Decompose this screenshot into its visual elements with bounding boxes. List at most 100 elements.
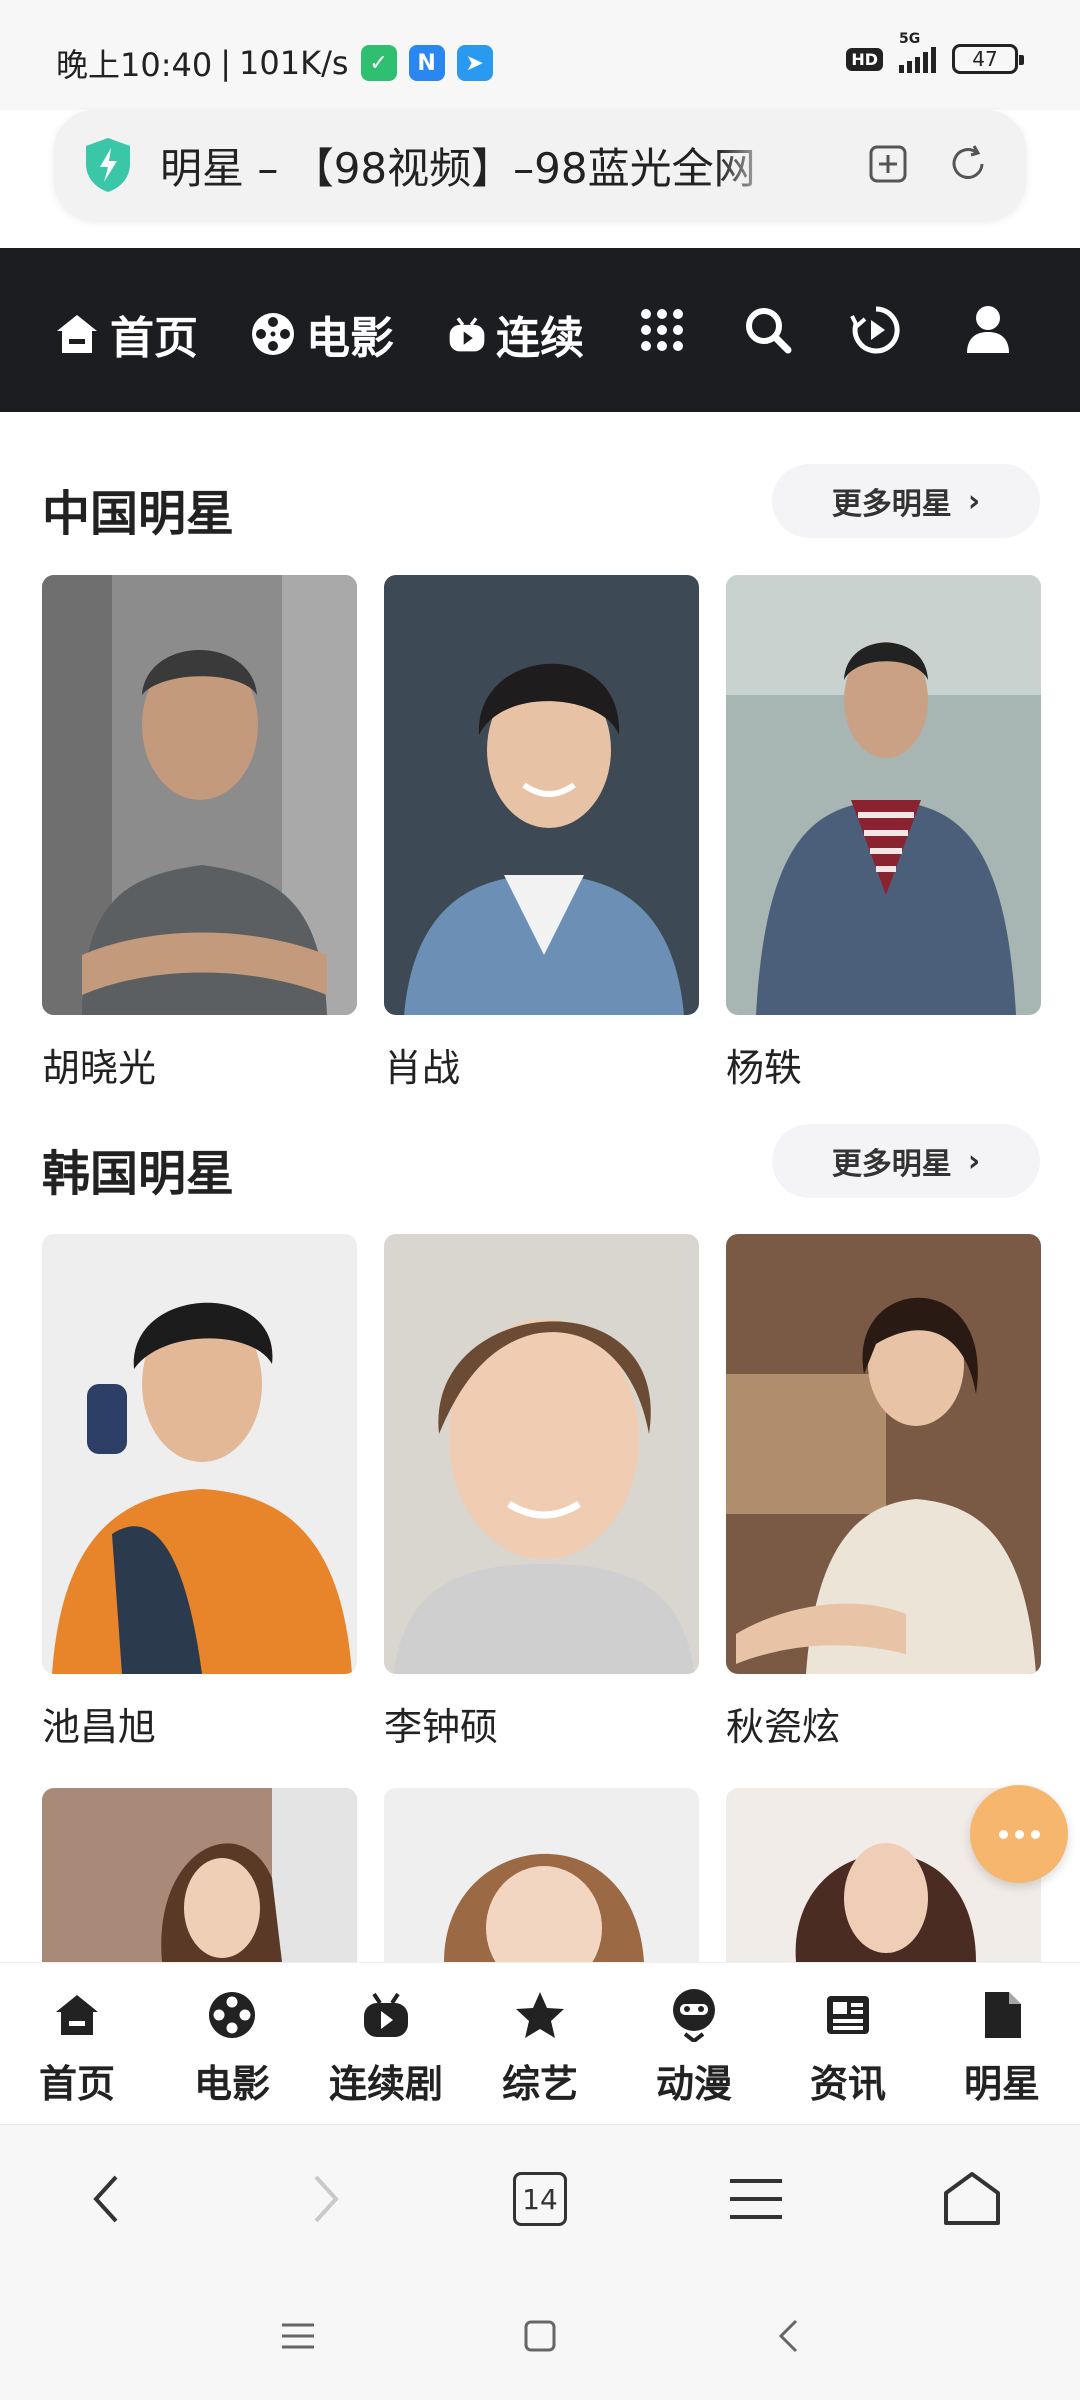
star-card[interactable]: 李钟硕 — [384, 1234, 699, 1751]
forward-icon[interactable] — [296, 2169, 356, 2229]
star-name[interactable]: 胡晓光 — [42, 1037, 357, 1092]
tab-movie-label: 电影 — [193, 2062, 270, 2106]
user-icon[interactable] — [958, 300, 1018, 360]
system-nav-bar — [0, 2272, 1080, 2400]
nav-home[interactable]: 首页 — [54, 302, 198, 366]
star-card[interactable]: 杨轶 — [726, 575, 1041, 1092]
network-speed: 101K/s — [239, 44, 349, 82]
bird-app-icon: ➤ — [456, 45, 493, 81]
tab-count: 14 — [513, 2172, 567, 2226]
history-play-icon[interactable] — [846, 300, 906, 360]
section-title: 韩国明星 — [42, 1146, 235, 1202]
network-type: 5G — [899, 31, 921, 47]
star-card[interactable]: 池昌旭 — [42, 1234, 357, 1751]
clock: 晚上10:40 — [56, 46, 213, 84]
home-icon — [57, 315, 97, 353]
star-photo[interactable] — [42, 1788, 357, 1962]
more-stars-label: 更多明星 — [831, 1147, 952, 1182]
top-nav: 首页 电影 连续 — [0, 248, 1080, 412]
chevron-right-icon: › — [967, 483, 981, 519]
status-separator: | — [220, 44, 232, 82]
tab-home-label: 首页 — [38, 2062, 115, 2106]
tab-stars[interactable]: 明星 — [927, 1987, 1077, 2108]
star-card-partial[interactable] — [384, 1788, 699, 1962]
more-stars-button[interactable]: 更多明星 › — [772, 464, 1040, 538]
star-photo[interactable] — [42, 1234, 357, 1674]
recent-apps-icon[interactable] — [278, 2316, 318, 2356]
star-card[interactable]: 秋瓷炫 — [726, 1234, 1041, 1751]
address-bar-container: 明星 – 【98视频】–98蓝光全网 — [0, 110, 1080, 248]
battery-level: 47 — [972, 47, 998, 71]
nav-series[interactable]: 连续 — [448, 302, 584, 366]
star-photo[interactable] — [384, 575, 699, 1015]
status-left: 晚上10:40 | 101K/s ✓ N ➤ — [56, 40, 493, 86]
n-app-icon: N — [408, 45, 445, 81]
star-name[interactable]: 杨轶 — [726, 1037, 1041, 1092]
star-photo[interactable] — [726, 575, 1041, 1015]
grid-menu-icon[interactable] — [632, 300, 692, 360]
document-icon — [974, 1987, 1030, 2043]
tabs-button[interactable]: 14 — [510, 2169, 570, 2229]
tab-home[interactable]: 首页 — [2, 1987, 152, 2108]
nav-series-label: 连续 — [496, 313, 584, 364]
status-right: HD 5G 47 — [846, 31, 1024, 74]
section-header-korea: 韩国明星 更多明星 › — [0, 1124, 1080, 1204]
nav-home-label: 首页 — [110, 313, 198, 364]
signal-icon: 5G — [899, 31, 936, 73]
browser-toolbar: 14 — [0, 2124, 1080, 2272]
tab-news[interactable]: 资讯 — [773, 1987, 923, 2108]
refresh-icon[interactable] — [944, 140, 992, 188]
star-photo[interactable] — [384, 1788, 699, 1962]
star-name[interactable]: 李钟硕 — [384, 1696, 699, 1751]
section-header-china: 中国明星 更多明星 › — [0, 464, 1080, 544]
tv-icon — [449, 317, 485, 352]
tab-variety[interactable]: 综艺 — [465, 1987, 615, 2108]
tv-icon — [358, 1987, 414, 2043]
tab-anime-label: 动漫 — [655, 2062, 732, 2106]
address-bar[interactable]: 明星 – 【98视频】–98蓝光全网 — [54, 110, 1026, 220]
home-square-icon[interactable] — [520, 2316, 560, 2356]
star-card-partial[interactable] — [42, 1788, 357, 1962]
site-tab-bar: 首页 电影 连续剧 综艺 动漫 资讯 明星 — [0, 1962, 1080, 2124]
chevron-right-icon: › — [967, 1143, 981, 1179]
back-icon[interactable] — [76, 2169, 136, 2229]
film-reel-icon — [252, 313, 294, 355]
menu-icon[interactable] — [726, 2169, 786, 2229]
hd-badge: HD — [846, 47, 883, 71]
star-photo[interactable] — [384, 1234, 699, 1674]
shield-app-icon: ✓ — [360, 45, 397, 81]
status-bar: 晚上10:40 | 101K/s ✓ N ➤ HD 5G 47 — [0, 0, 1080, 110]
star-name[interactable]: 秋瓷炫 — [726, 1696, 1041, 1751]
tab-news-label: 资讯 — [809, 2062, 886, 2106]
anime-face-icon — [666, 1987, 722, 2043]
more-stars-button[interactable]: 更多明星 › — [772, 1124, 1040, 1198]
floating-more-button[interactable] — [970, 1785, 1068, 1883]
star-card[interactable]: 肖战 — [384, 575, 699, 1092]
nav-movie[interactable]: 电影 — [250, 302, 394, 366]
star-name[interactable]: 肖战 — [384, 1037, 699, 1092]
system-back-icon[interactable] — [768, 2316, 808, 2356]
film-reel-icon — [204, 1987, 260, 2043]
star-photo[interactable] — [42, 575, 357, 1015]
tab-stars-label: 明星 — [963, 2062, 1040, 2106]
security-shield-icon[interactable] — [82, 136, 134, 194]
tab-anime[interactable]: 动漫 — [619, 1987, 769, 2108]
tab-variety-label: 综艺 — [501, 2062, 578, 2106]
news-icon — [820, 1987, 876, 2043]
add-bookmark-icon[interactable] — [864, 140, 912, 188]
section-title: 中国明星 — [42, 486, 235, 542]
more-stars-label: 更多明星 — [831, 487, 952, 522]
home-browser-icon[interactable] — [942, 2169, 1002, 2229]
star-card[interactable]: 胡晓光 — [42, 575, 357, 1092]
tab-movie[interactable]: 电影 — [157, 1987, 307, 2108]
star-photo[interactable] — [726, 1234, 1041, 1674]
page-title[interactable]: 明星 – 【98视频】–98蓝光全网 — [160, 135, 780, 196]
home-icon — [49, 1987, 105, 2043]
star-icon — [512, 1987, 568, 2043]
star-name[interactable]: 池昌旭 — [42, 1696, 357, 1751]
tab-series-label: 连续剧 — [328, 2062, 443, 2106]
battery-icon: 47 — [952, 44, 1024, 74]
search-icon[interactable] — [738, 300, 798, 360]
tab-series[interactable]: 连续剧 — [311, 1987, 461, 2108]
nav-movie-label: 电影 — [306, 313, 394, 364]
